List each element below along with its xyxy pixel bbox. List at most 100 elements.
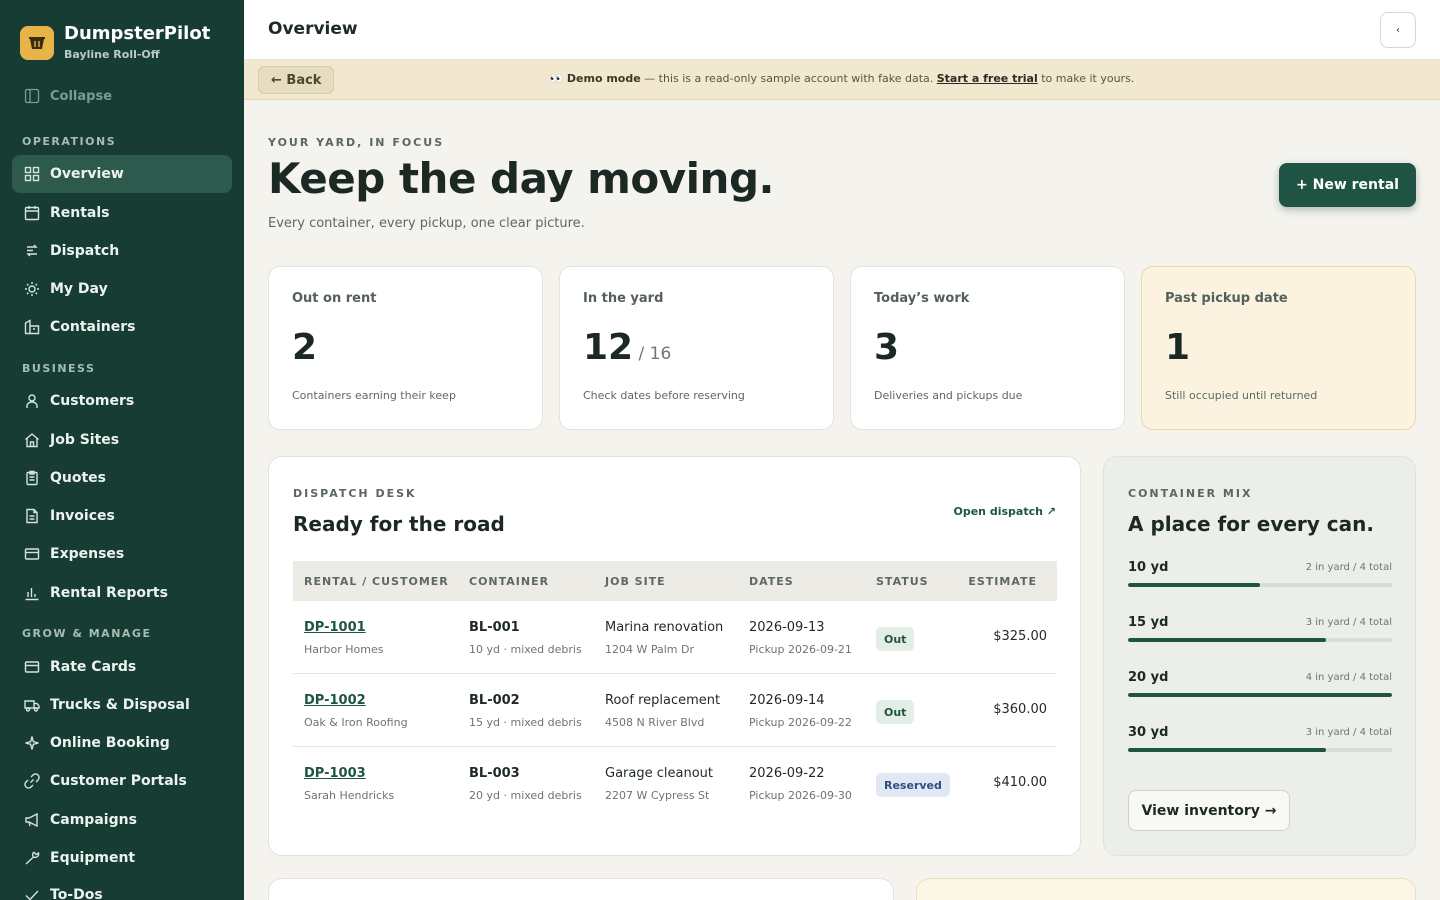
demo-banner-text: 👀 Demo mode — this is a read-only sample… <box>244 72 1440 85</box>
sidebar-item-customer-portals[interactable]: Customer Portals <box>12 762 232 800</box>
column-header: STATUS <box>876 575 929 588</box>
new-rental-button[interactable]: + New rental <box>1279 163 1416 207</box>
mix-eyebrow: CONTAINER MIX <box>1128 487 1253 500</box>
sidebar-item-campaigns[interactable]: Campaigns <box>12 801 232 839</box>
stat-label: In the yard <box>583 291 664 306</box>
hero-title: Keep the day moving. <box>268 154 774 203</box>
stat-card-out-on-rent[interactable]: Out on rent 2 Containers earning their k… <box>268 266 543 430</box>
status-badge: Reserved <box>876 773 950 797</box>
wrench-icon <box>24 850 40 866</box>
sidebar-item-invoices[interactable]: Invoices <box>12 497 232 535</box>
sidebar-item-rentals[interactable]: Rentals <box>12 194 232 232</box>
dispatch-eyebrow: DISPATCH DESK <box>293 487 417 500</box>
chevron-left-icon: ‹ <box>1396 24 1400 36</box>
collapse-button[interactable]: Collapse <box>24 88 112 104</box>
availability-fill <box>1128 693 1392 697</box>
job-site: Marina renovation <box>605 620 724 635</box>
container-id: BL-001 <box>469 620 520 635</box>
mix-row: 20 yd 4 in yard / 4 total <box>1128 670 1392 710</box>
dispatch-title: Ready for the road <box>293 512 505 536</box>
stat-label: Out on rent <box>292 291 377 306</box>
sidebar-item-job-sites[interactable]: Job Sites <box>12 421 232 459</box>
sidebar-item-overview[interactable]: Overview <box>12 155 232 193</box>
column-header: DATES <box>749 575 794 588</box>
sparkle-icon <box>24 735 40 751</box>
container-id: BL-003 <box>469 766 520 781</box>
container-count: 2 in yard / 4 total <box>1305 562 1392 573</box>
pickup-date: Pickup 2026-09-22 <box>749 716 852 729</box>
stat-card-todays-work[interactable]: Today’s work 3 Deliveries and pickups du… <box>850 266 1125 430</box>
table-row[interactable]: DP-1001 Harbor Homes BL-001 10 yd · mixe… <box>293 601 1057 674</box>
sidebar-item-rental-reports[interactable]: Rental Reports <box>12 574 232 612</box>
rental-id-link[interactable]: DP-1002 <box>304 693 366 708</box>
column-header: ESTIMATE <box>968 575 1037 588</box>
sidebar-item-my-day[interactable]: My Day <box>12 270 232 308</box>
lower-card-right <box>916 878 1416 900</box>
link-icon <box>24 773 40 789</box>
user-icon <box>24 393 40 409</box>
container-mix-card: CONTAINER MIX A place for every can. 10 … <box>1103 456 1416 856</box>
availability-fill <box>1128 583 1260 587</box>
hero-eyebrow: YOUR YARD, IN FOCUS <box>268 136 445 149</box>
dispatch-desk-card: DISPATCH DESK Ready for the road Open di… <box>268 456 1081 856</box>
status-badge: Out <box>876 700 915 724</box>
table-row[interactable]: DP-1002 Oak & Iron Roofing BL-002 15 yd … <box>293 674 1057 747</box>
stat-card-past-pickup[interactable]: Past pickup date 1 Still occupied until … <box>1141 266 1416 430</box>
container-detail: 10 yd · mixed debris <box>469 643 582 656</box>
sidebar-item-label: Customers <box>50 393 135 409</box>
stat-value: 1 <box>1165 327 1191 368</box>
home-icon <box>24 432 40 448</box>
lower-card-left <box>268 878 894 900</box>
check-icon <box>24 887 40 900</box>
container-size: 10 yd <box>1128 560 1169 575</box>
sidebar-item-customers[interactable]: Customers <box>12 382 232 420</box>
brand-name: DumpsterPilot <box>64 23 211 44</box>
sidebar-item-label: Equipment <box>50 850 136 866</box>
brand[interactable]: DumpsterPilot Bayline Roll-Off <box>20 24 210 61</box>
document-icon <box>24 508 40 524</box>
sidebar-item-rate-cards[interactable]: Rate Cards <box>12 648 232 686</box>
stat-label: Today’s work <box>874 291 970 306</box>
status-badge: Out <box>876 627 915 651</box>
rental-id-link[interactable]: DP-1003 <box>304 766 366 781</box>
container-count: 3 in yard / 4 total <box>1305 727 1392 738</box>
sidebar-item-quotes[interactable]: Quotes <box>12 459 232 497</box>
sidebar-item-label: Customer Portals <box>50 773 187 789</box>
job-address: 2207 W Cypress St <box>605 789 710 802</box>
sidebar-item-dispatch[interactable]: Dispatch <box>12 232 232 270</box>
megaphone-icon <box>24 812 40 828</box>
sidebar-item-label: Invoices <box>50 508 115 524</box>
sidebar-item-label: Campaigns <box>50 812 137 828</box>
container-count: 4 in yard / 4 total <box>1305 672 1392 683</box>
demo-banner-message: — this is a read-only sample account wit… <box>640 72 937 85</box>
page-title: Overview <box>268 19 358 39</box>
sidebar-item-to-dos[interactable]: To-Dos <box>12 876 232 900</box>
customer-name: Harbor Homes <box>304 643 384 656</box>
stat-card-in-the-yard[interactable]: In the yard 12 / 16 Check dates before r… <box>559 266 834 430</box>
job-site: Garage cleanout <box>605 766 713 781</box>
sidebar-item-expenses[interactable]: Expenses <box>12 535 232 573</box>
container-count: 3 in yard / 4 total <box>1305 617 1392 628</box>
sidebar-item-label: Rental Reports <box>50 585 168 601</box>
table-row[interactable]: DP-1003 Sarah Hendricks BL-003 20 yd · m… <box>293 747 1057 820</box>
topbar: Overview ‹ <box>244 0 1440 60</box>
panel-toggle-button[interactable]: ‹ <box>1380 12 1416 48</box>
open-dispatch-link[interactable]: Open dispatch ↗ <box>954 505 1057 518</box>
view-inventory-button[interactable]: View inventory → <box>1128 790 1290 831</box>
sidebar-item-label: Expenses <box>50 546 125 562</box>
sidebar-item-containers[interactable]: Containers <box>12 308 232 346</box>
job-address: 1204 W Palm Dr <box>605 643 695 656</box>
column-header: JOB SITE <box>605 575 666 588</box>
free-trial-link[interactable]: Start a free trial <box>937 72 1038 85</box>
sun-icon <box>24 281 40 297</box>
dispatch-table-header: RENTAL / CUSTOMER CONTAINER JOB SITE DAT… <box>293 561 1057 601</box>
sidebar-item-online-booking[interactable]: Online Booking <box>12 724 232 762</box>
rental-id-link[interactable]: DP-1001 <box>304 620 366 635</box>
dumpster-logo-icon <box>20 25 54 60</box>
container-size: 15 yd <box>1128 615 1169 630</box>
section-business: BUSINESS <box>22 362 96 375</box>
sidebar-item-trucks-disposal[interactable]: Trucks & Disposal <box>12 686 232 724</box>
mix-row: 15 yd 3 in yard / 4 total <box>1128 615 1392 655</box>
sidebar-item-equipment[interactable]: Equipment <box>12 839 232 877</box>
customer-name: Oak & Iron Roofing <box>304 716 408 729</box>
